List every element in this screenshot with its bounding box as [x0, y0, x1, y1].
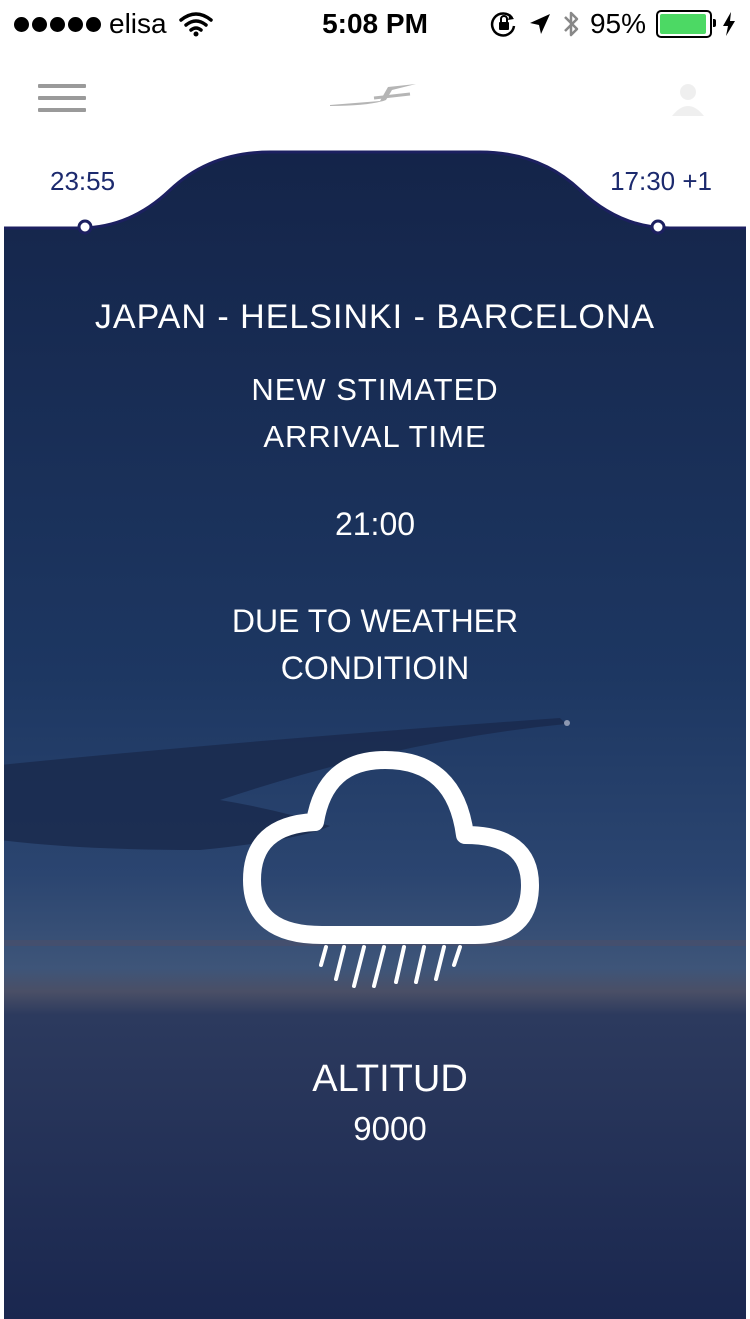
- delay-reason-line2: CONDITIOIN: [280, 650, 470, 686]
- user-icon[interactable]: [668, 78, 708, 118]
- flight-status-panel: JAPAN - HELSINKI - BARCELONA NEW STIMATE…: [0, 150, 750, 1319]
- nav-bar: [0, 48, 750, 148]
- rain-cloud-icon: [243, 751, 539, 988]
- location-arrow-icon: [529, 14, 550, 34]
- hamburger-menu-icon[interactable]: [38, 84, 86, 112]
- eta-time: 21:00: [334, 506, 416, 542]
- bluetooth-icon: [564, 11, 579, 37]
- battery-icon: [656, 10, 716, 38]
- eta-label-line2: ARRIVAL TIME: [263, 419, 487, 454]
- eta-label: NEW STIMATED ARRIVAL TIME: [0, 366, 750, 460]
- orientation-lock-icon: [490, 12, 516, 37]
- battery-percentage: 95%: [589, 8, 646, 39]
- altitude-value: 9000: [353, 1110, 427, 1147]
- delay-reason: DUE TO WEATHER CONDITIOIN: [0, 598, 750, 692]
- status-bar: elisa 5:08 PM 95%: [0, 0, 750, 48]
- flight-status-content: JAPAN - HELSINKI - BARCELONA NEW STIMATE…: [0, 150, 750, 1319]
- delay-reason-line1: DUE TO WEATHER: [231, 603, 519, 639]
- airline-logo-icon: [330, 84, 416, 106]
- eta-label-line1: NEW STIMATED: [251, 372, 499, 407]
- charging-bolt-icon: [723, 12, 735, 36]
- altitude-label: ALTITUD: [312, 1058, 468, 1100]
- battery-level-fill: [660, 14, 706, 34]
- flight-route: JAPAN - HELSINKI - BARCELONA: [94, 298, 656, 336]
- status-bar-right: 95%: [490, 8, 736, 40]
